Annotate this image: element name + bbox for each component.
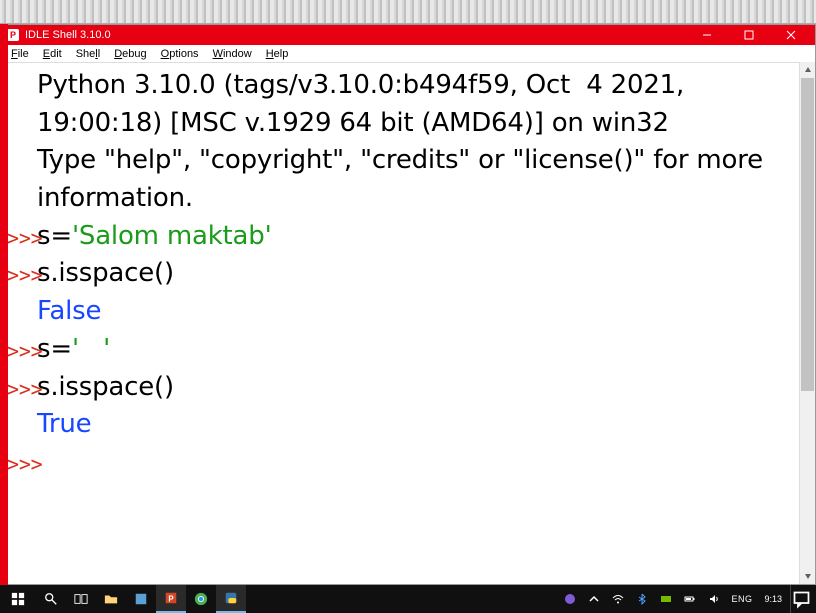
repl-prompt: >>> bbox=[7, 255, 37, 290]
input-line-1: s='Salom maktab' bbox=[37, 218, 807, 256]
tray-nvidia-icon[interactable] bbox=[655, 585, 677, 613]
chrome-taskbar[interactable] bbox=[186, 585, 216, 613]
tray-people-icon[interactable] bbox=[559, 585, 581, 613]
menu-shell[interactable]: Shell bbox=[70, 47, 106, 61]
input-line-2: s.isspace() bbox=[37, 255, 807, 293]
input-line-4: s.isspace() bbox=[37, 369, 807, 407]
titlebar: P IDLE Shell 3.10.0 bbox=[1, 25, 815, 45]
window-title: IDLE Shell 3.10.0 bbox=[25, 29, 683, 41]
string-literal: 'Salom maktab' bbox=[72, 221, 272, 251]
tray-chevron-up-icon[interactable] bbox=[583, 585, 605, 613]
tray-language[interactable]: ENG bbox=[727, 594, 756, 604]
repl-prompt: >>> bbox=[7, 218, 37, 253]
task-view-icon bbox=[74, 592, 88, 606]
repl-prompt: >>> bbox=[7, 331, 37, 366]
file-explorer-taskbar[interactable] bbox=[96, 585, 126, 613]
shell-output-area[interactable]: Python 3.10.0 (tags/v3.10.0:b494f59, Oct… bbox=[1, 63, 815, 584]
menu-window[interactable]: Window bbox=[207, 47, 258, 61]
taskbar: P ENG 9:13 bbox=[0, 585, 816, 613]
top-decorative-strip bbox=[0, 0, 816, 24]
output-line-2: True bbox=[37, 406, 807, 444]
close-button[interactable] bbox=[773, 25, 809, 45]
repl-prompt: >>> bbox=[7, 444, 37, 479]
tray-bluetooth-icon[interactable] bbox=[631, 585, 653, 613]
menu-options[interactable]: Options bbox=[155, 47, 205, 61]
no-prompt bbox=[7, 142, 37, 148]
menubar: File Edit Shell Debug Options Window Hel… bbox=[1, 45, 815, 63]
maximize-button[interactable] bbox=[731, 25, 767, 45]
app-icon bbox=[134, 592, 148, 606]
menu-file[interactable]: File bbox=[5, 47, 35, 61]
start-button[interactable] bbox=[0, 585, 36, 613]
repl-prompt: >>> bbox=[7, 369, 37, 404]
taskbar-left: P bbox=[0, 585, 246, 613]
tray-battery-icon[interactable] bbox=[679, 585, 701, 613]
search-icon bbox=[44, 592, 58, 606]
scrollbar-thumb[interactable] bbox=[801, 78, 814, 391]
scroll-down-button[interactable] bbox=[800, 568, 815, 584]
input-line-3: s=' ' bbox=[37, 331, 807, 369]
menu-help[interactable]: Help bbox=[260, 47, 295, 61]
menu-edit[interactable]: Edit bbox=[37, 47, 68, 61]
tray-clock[interactable]: 9:13 bbox=[758, 594, 788, 604]
string-literal: ' ' bbox=[72, 334, 110, 364]
desktop: P IDLE Shell 3.10.0 File Edit Shell Debu… bbox=[0, 0, 816, 613]
svg-text:P: P bbox=[168, 595, 173, 604]
powerpoint-icon: P bbox=[164, 591, 178, 605]
idle-shell-window: P IDLE Shell 3.10.0 File Edit Shell Debu… bbox=[0, 24, 816, 585]
python-app-icon: P bbox=[7, 29, 19, 41]
python-icon bbox=[224, 591, 238, 605]
minimize-button[interactable] bbox=[689, 25, 725, 45]
app-taskbar-1[interactable] bbox=[126, 585, 156, 613]
tray-wifi-icon[interactable] bbox=[607, 585, 629, 613]
no-prompt bbox=[7, 67, 37, 73]
task-view-button[interactable] bbox=[66, 585, 96, 613]
scroll-up-button[interactable] bbox=[800, 62, 815, 78]
system-tray: ENG 9:13 bbox=[559, 585, 816, 613]
idle-taskbar[interactable] bbox=[216, 585, 246, 613]
windows-icon bbox=[11, 592, 25, 606]
banner-line-1: Python 3.10.0 (tags/v3.10.0:b494f59, Oct… bbox=[37, 67, 807, 142]
search-button[interactable] bbox=[36, 585, 66, 613]
folder-icon bbox=[104, 592, 118, 606]
left-red-border bbox=[0, 24, 8, 585]
tray-volume-icon[interactable] bbox=[703, 585, 725, 613]
powerpoint-taskbar[interactable]: P bbox=[156, 585, 186, 613]
vertical-scrollbar[interactable] bbox=[799, 62, 815, 584]
chrome-icon bbox=[194, 592, 208, 606]
output-line-1: False bbox=[37, 293, 807, 331]
menu-debug[interactable]: Debug bbox=[108, 47, 152, 61]
banner-line-2: Type "help", "copyright", "credits" or "… bbox=[37, 142, 807, 217]
tray-notifications-icon[interactable] bbox=[790, 585, 812, 613]
